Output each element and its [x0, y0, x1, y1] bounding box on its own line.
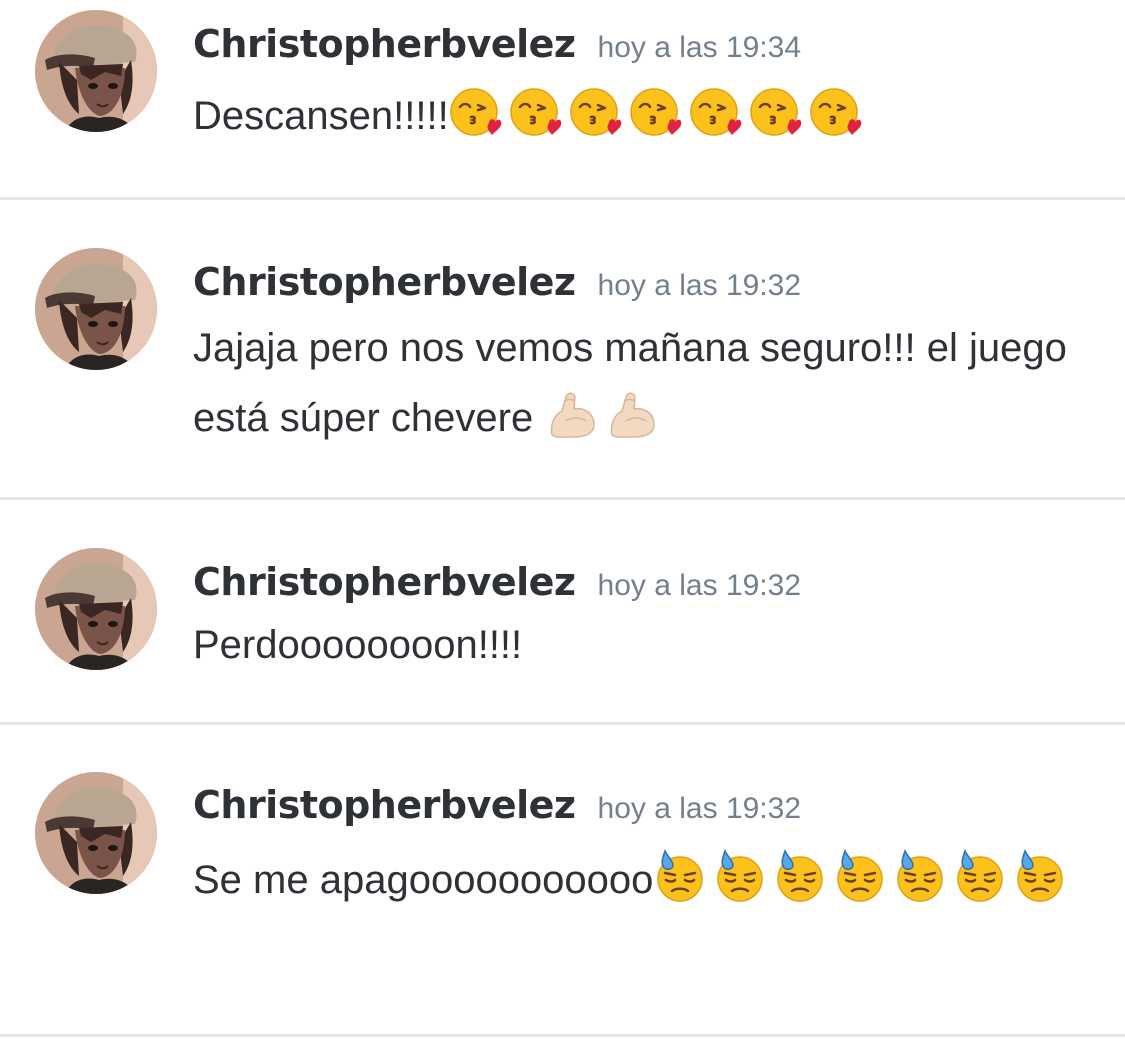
downcast-sweat-icon — [893, 849, 947, 903]
user-avatar-image — [35, 248, 157, 370]
downcast-sweat-icon — [773, 849, 827, 903]
message: Christopherbvelez hoy a las 19:32 Se me a… — [0, 725, 1125, 1037]
username[interactable]: Christopherbvelez — [193, 22, 576, 66]
downcast-sweat-icon — [833, 849, 887, 903]
user-avatar-image — [35, 772, 157, 894]
username[interactable]: Christopherbvelez — [193, 560, 576, 604]
timestamp: hoy a las 19:34 — [597, 31, 802, 64]
message-header: Christopherbvelez hoy a las 19:34 — [193, 22, 801, 66]
downcast-sweat-icon — [653, 849, 707, 903]
avatar[interactable] — [35, 772, 157, 894]
flexed-biceps-icon — [544, 387, 598, 441]
message-body: Perdoooooooon!!!! — [193, 610, 1093, 680]
kissing-heart-icon — [689, 85, 743, 139]
message-text: Se me apagooooooooooo — [193, 858, 654, 902]
message-text: Perdoooooooon!!!! — [193, 623, 523, 667]
message-header: Christopherbvelez hoy a las 19:32 — [193, 560, 801, 604]
kissing-heart-icon — [509, 85, 563, 139]
kissing-heart-icon — [629, 85, 683, 139]
downcast-sweat-icon — [1013, 849, 1067, 903]
flexed-biceps-icon — [604, 387, 658, 441]
message-body: Se me apagooooooooooo — [193, 845, 1093, 915]
username[interactable]: Christopherbvelez — [193, 260, 576, 304]
avatar[interactable] — [35, 548, 157, 670]
message-header: Christopherbvelez hoy a las 19:32 — [193, 260, 801, 304]
kissing-heart-icon — [749, 85, 803, 139]
message-header: Christopherbvelez hoy a las 19:32 — [193, 783, 801, 827]
timestamp: hoy a las 19:32 — [597, 792, 802, 825]
message: Christopherbvelez hoy a las 19:32 Jajaja … — [0, 200, 1125, 500]
kissing-heart-icon — [569, 85, 623, 139]
timestamp: hoy a las 19:32 — [597, 569, 802, 602]
message: Christopherbvelez hoy a las 19:34 Descans… — [0, 0, 1125, 200]
message-body: Descansen!!!!! — [193, 81, 1093, 151]
avatar[interactable] — [35, 248, 157, 370]
username[interactable]: Christopherbvelez — [193, 783, 576, 827]
user-avatar-image — [35, 548, 157, 670]
message-body: Jajaja pero nos vemos mañana seguro!!! e… — [193, 313, 1093, 453]
message-feed: Christopherbvelez hoy a las 19:34 Descans… — [0, 0, 1125, 1052]
message-text: Descansen!!!!! — [193, 94, 449, 138]
avatar[interactable] — [35, 10, 157, 132]
message: Christopherbvelez hoy a las 19:32 Perdooo… — [0, 500, 1125, 725]
kissing-heart-icon — [809, 85, 863, 139]
timestamp: hoy a las 19:32 — [597, 269, 802, 302]
kissing-heart-icon — [449, 85, 503, 139]
downcast-sweat-icon — [713, 849, 767, 903]
user-avatar-image — [35, 10, 157, 132]
downcast-sweat-icon — [953, 849, 1007, 903]
